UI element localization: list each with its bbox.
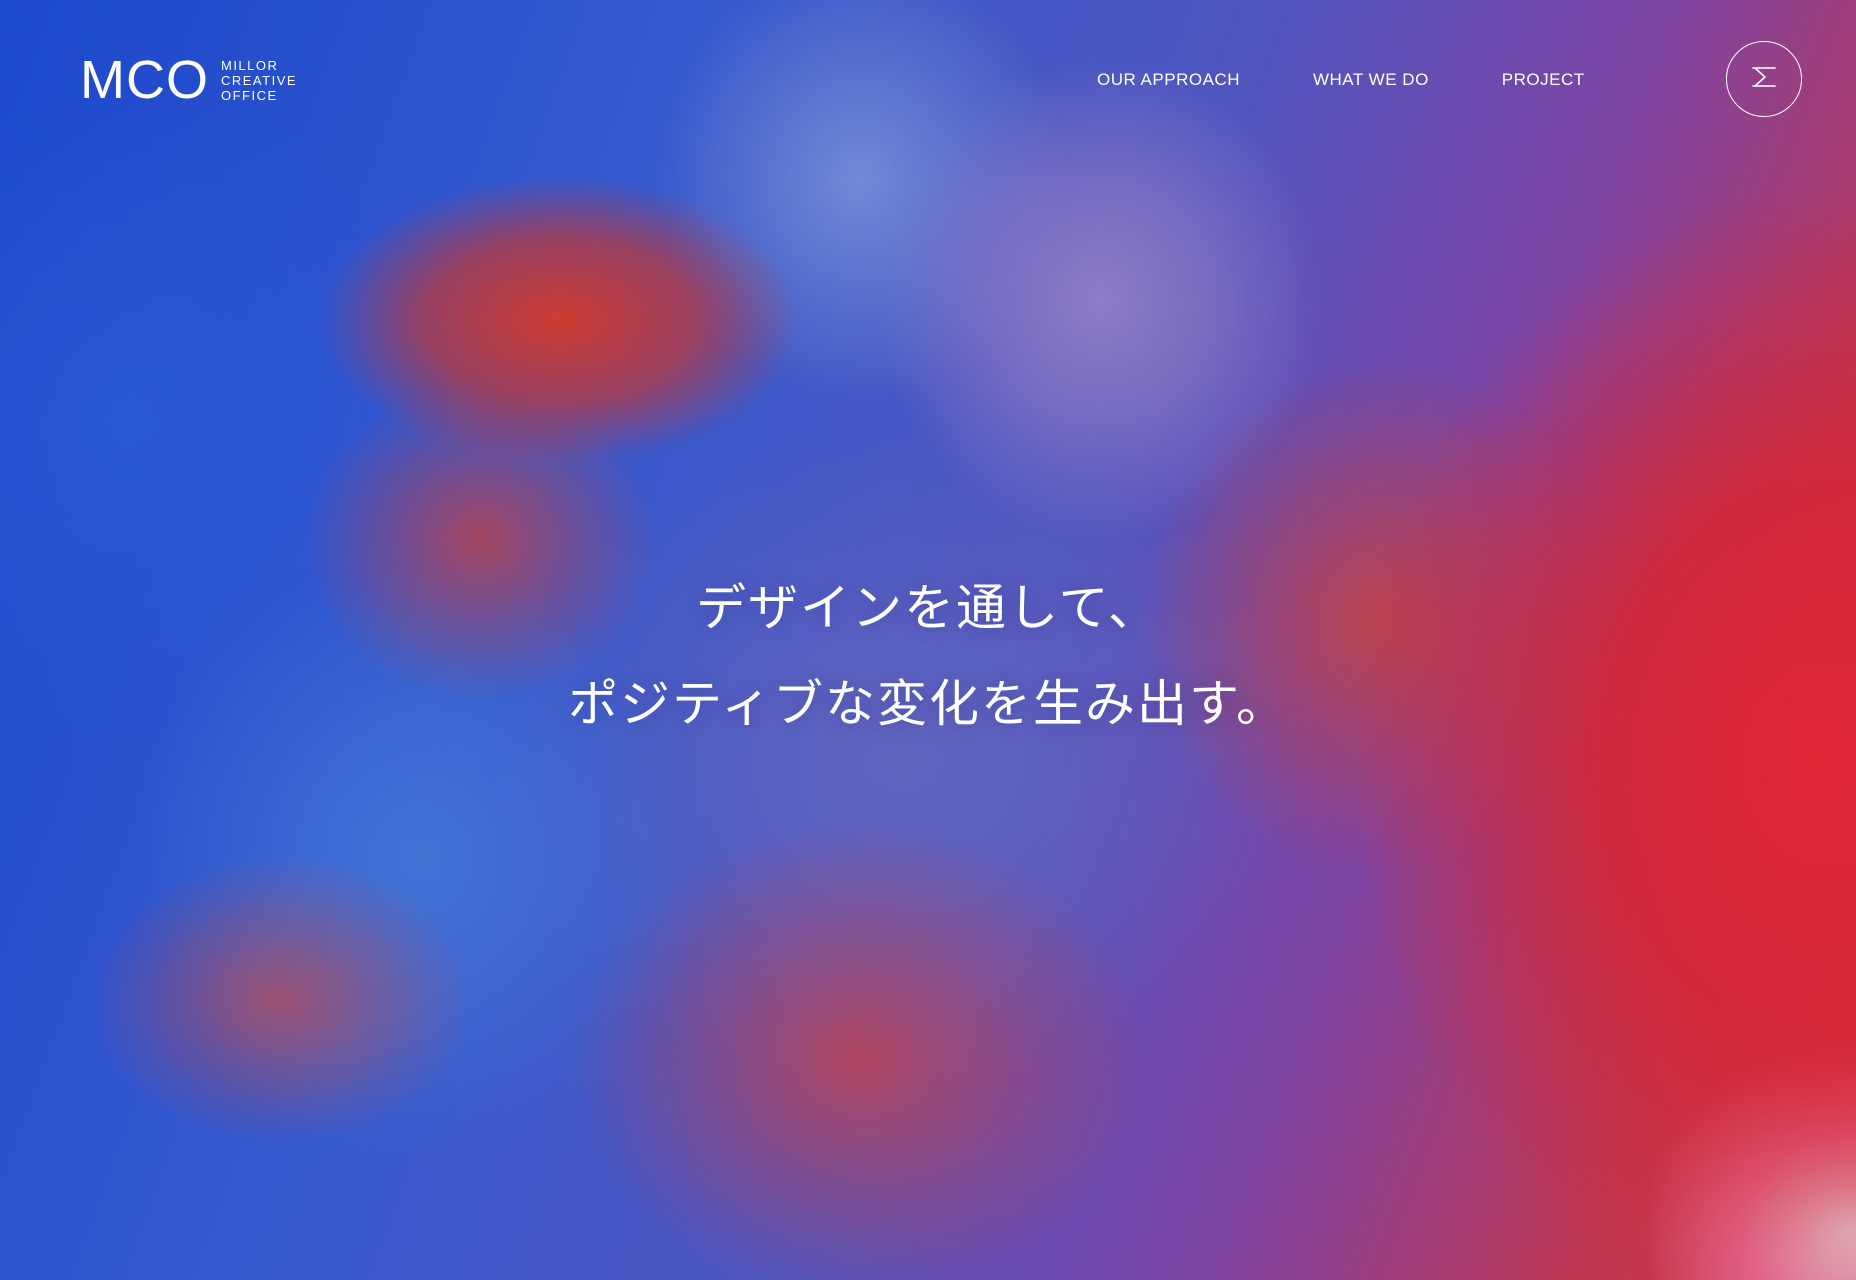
nav-link-what-we-do[interactable]: WHAT WE DO <box>1313 66 1429 94</box>
logo-sub-line: CREATIVE <box>220 72 298 88</box>
site-header: MCO MILLOR CREATIVE OFFICE OUR APPROACH … <box>0 0 1856 160</box>
nav-link-our-approach[interactable]: OUR APPROACH <box>1097 66 1240 94</box>
logo[interactable]: MCO MILLOR CREATIVE OFFICE <box>80 50 297 110</box>
menu-m-icon <box>1749 62 1779 96</box>
logo-subtitle: MILLOR CREATIVE OFFICE <box>221 58 297 103</box>
logo-mark: MCO <box>80 50 209 110</box>
tagline-line: デザインを通して、 <box>696 579 1160 637</box>
menu-button[interactable] <box>1726 41 1802 117</box>
nav-link-project[interactable]: PROJECT <box>1502 66 1585 94</box>
hero-tagline: デザインを通して、 ポジティブな変化を生み出す。 <box>0 560 1856 752</box>
tagline-line: ポジティブな変化を生み出す。 <box>568 675 1288 733</box>
logo-sub-line: MILLOR <box>220 57 279 73</box>
logo-sub-line: OFFICE <box>220 87 278 103</box>
main-nav: OUR APPROACH WHAT WE DO PROJECT <box>1097 66 1585 94</box>
